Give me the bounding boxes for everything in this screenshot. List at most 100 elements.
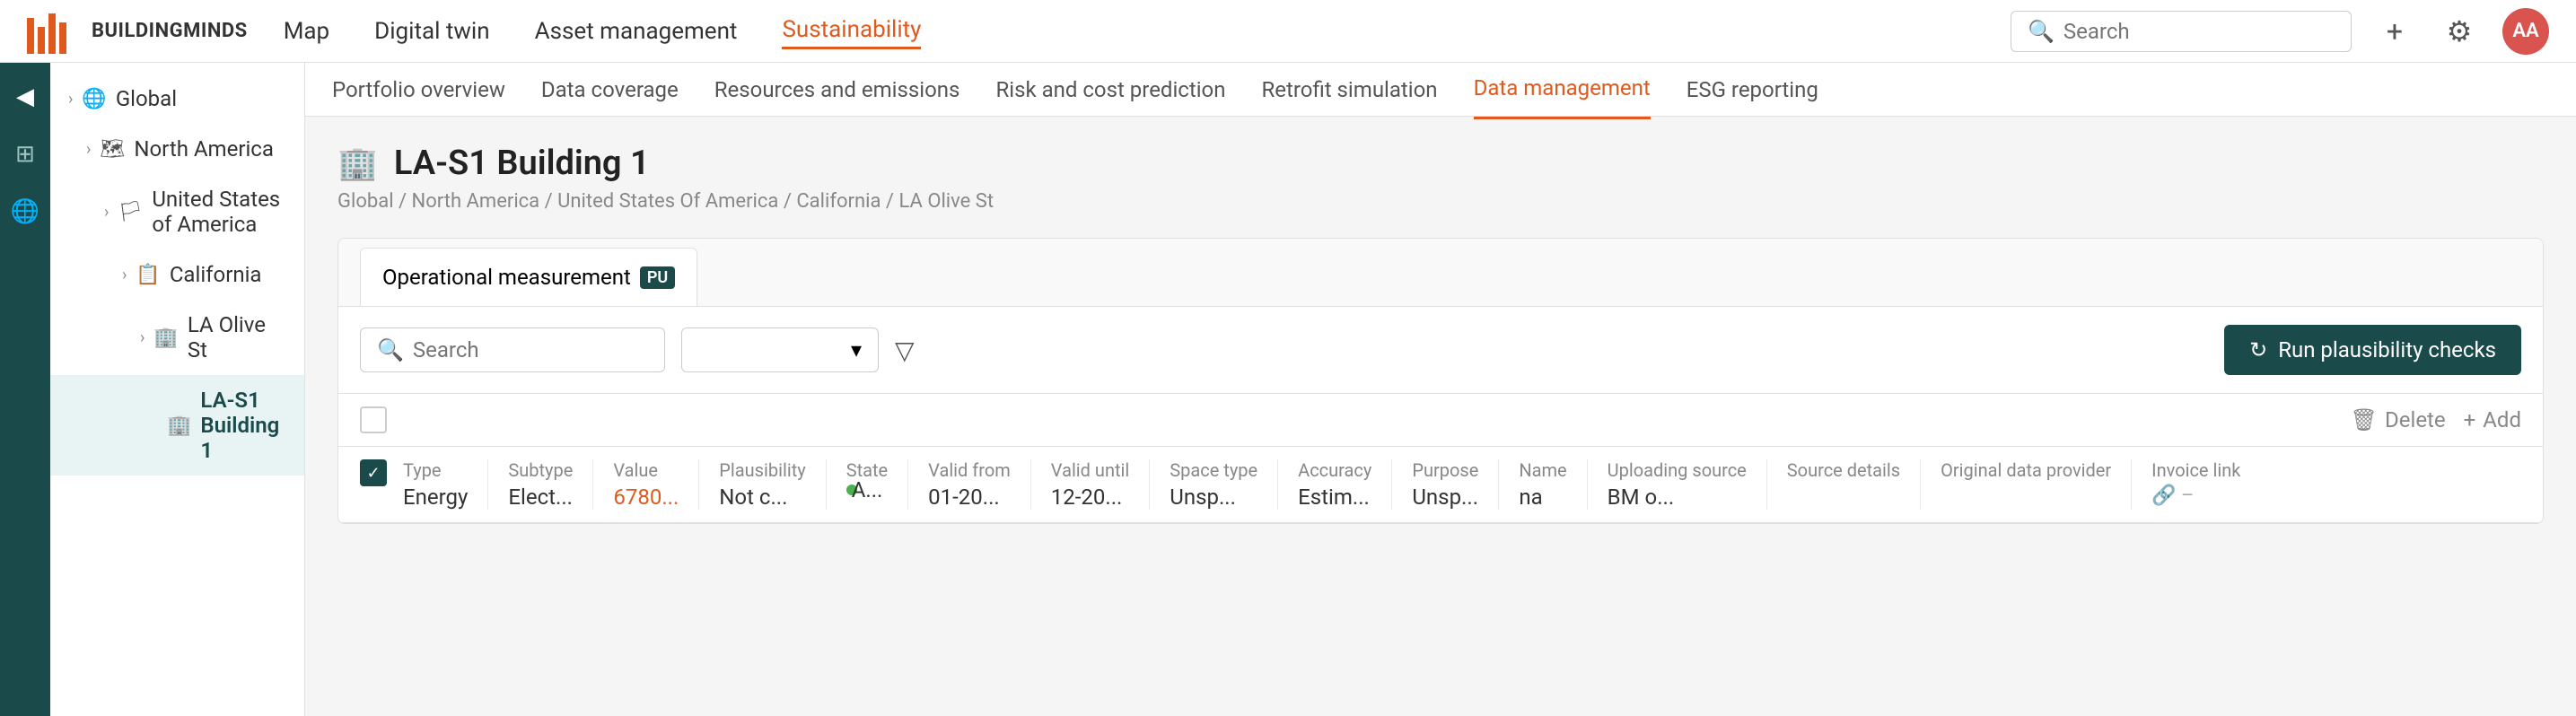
tree-item-north-america[interactable]: › 🗺 North America bbox=[50, 124, 304, 174]
col-valid-until-value: 12-20... bbox=[1051, 485, 1129, 510]
add-button[interactable]: + bbox=[2373, 10, 2416, 53]
region-icon: 📋 bbox=[136, 264, 160, 286]
table-search-input[interactable] bbox=[413, 337, 648, 362]
add-row-button[interactable]: + Add bbox=[2464, 407, 2521, 432]
chevron-icon: › bbox=[104, 203, 109, 222]
brand-name: BUILDINGMINDS bbox=[92, 20, 248, 42]
flag-icon: 🏳 bbox=[118, 201, 143, 223]
nav-sustainability[interactable]: Sustainability bbox=[782, 13, 921, 49]
tab-operational-measurement[interactable]: Operational measurement PU bbox=[360, 248, 697, 306]
select-all-checkbox[interactable] bbox=[360, 406, 387, 433]
table-row: ✓ Type Energy Subtype Elect... Value 678… bbox=[338, 447, 2543, 523]
tree-item-label: North America bbox=[134, 136, 274, 162]
col-uploading-source: Uploading source BM o... bbox=[1591, 459, 1763, 510]
col-value: Value 6780... bbox=[597, 459, 695, 510]
col-original-data-provider: Original data provider bbox=[1924, 459, 2127, 485]
col-plausibility: Plausibility Not c... bbox=[703, 459, 821, 510]
app-body: ◀ ⊞ 🌐 › 🌐 Global › 🗺 North America › 🏳 U… bbox=[0, 63, 2576, 716]
filter-button[interactable]: ▽ bbox=[895, 336, 915, 365]
top-nav-links: Map Digital twin Asset management Sustai… bbox=[284, 13, 1975, 49]
add-label: Add bbox=[2483, 407, 2521, 432]
delete-label: Delete bbox=[2385, 407, 2446, 432]
map-icon: 🗺 bbox=[100, 138, 125, 161]
tree-item-la-olive[interactable]: › 🏢 LA Olive St bbox=[50, 300, 304, 375]
chevron-icon: › bbox=[140, 328, 145, 347]
col-plausibility-value: Not c... bbox=[719, 485, 805, 510]
col-valid-from-value: 01-20... bbox=[928, 485, 1011, 510]
trash-icon: 🗑 bbox=[2351, 407, 2378, 432]
sidebar-icon-collapse[interactable]: ◀ bbox=[5, 77, 45, 117]
tab-data-management[interactable]: Data management bbox=[1474, 63, 1651, 119]
tab-portfolio-overview[interactable]: Portfolio overview bbox=[332, 63, 505, 118]
col-purpose-label: Purpose bbox=[1412, 459, 1478, 481]
col-space-type-label: Space type bbox=[1170, 459, 1257, 481]
settings-button[interactable]: ⚙ bbox=[2438, 10, 2481, 53]
col-uploading-source-value: BM o... bbox=[1608, 485, 1747, 510]
tab-label: Operational measurement bbox=[382, 265, 631, 290]
chevron-icon: › bbox=[86, 140, 91, 159]
tree-item-california[interactable]: › 📋 California bbox=[50, 249, 304, 300]
sub-nav: Portfolio overview Data coverage Resourc… bbox=[305, 63, 2576, 117]
sidebar-icon-hierarchy[interactable]: ⊞ bbox=[5, 135, 45, 174]
tab-risk-cost[interactable]: Risk and cost prediction bbox=[995, 63, 1225, 118]
tree-item-label: United States of America bbox=[152, 187, 286, 237]
sidebar-icons: ◀ ⊞ 🌐 bbox=[0, 63, 50, 716]
col-invoice-link-label: Invoice link bbox=[2151, 459, 2240, 481]
tree-item-label: LA-S1 Building 1 bbox=[200, 388, 286, 463]
search-icon: 🔍 bbox=[2028, 19, 2055, 44]
col-state: State A... bbox=[830, 459, 904, 495]
building-icon: 🏢 bbox=[153, 327, 178, 349]
col-accuracy-label: Accuracy bbox=[1298, 459, 1371, 481]
table-search-bar[interactable]: 🔍 bbox=[360, 327, 665, 372]
global-search-input[interactable] bbox=[2063, 19, 2335, 44]
tab-data-coverage[interactable]: Data coverage bbox=[541, 63, 679, 118]
col-value-label: Value bbox=[613, 459, 679, 481]
delete-button[interactable]: 🗑 Delete bbox=[2351, 407, 2446, 432]
tab-retrofit[interactable]: Retrofit simulation bbox=[1261, 63, 1437, 118]
page-header: 🏢 LA-S1 Building 1 bbox=[337, 144, 2544, 183]
col-valid-until: Valid until 12-20... bbox=[1035, 459, 1145, 510]
search-icon: 🔍 bbox=[377, 337, 404, 362]
tab-resources-emissions[interactable]: Resources and emissions bbox=[714, 63, 960, 118]
tab-esg-reporting[interactable]: ESG reporting bbox=[1687, 63, 1818, 118]
main-content: Portfolio overview Data coverage Resourc… bbox=[305, 63, 2576, 716]
tree-item-building1[interactable]: 🏢 LA-S1 Building 1 bbox=[50, 375, 304, 476]
avatar[interactable]: AA bbox=[2502, 8, 2549, 55]
page-content: 🏢 LA-S1 Building 1 Global / North Americ… bbox=[305, 117, 2576, 551]
card-tabs: Operational measurement PU bbox=[338, 239, 2543, 307]
nav-asset-management[interactable]: Asset management bbox=[535, 14, 738, 48]
main-card: Operational measurement PU 🔍 ▾ ▽ bbox=[337, 238, 2544, 524]
col-invoice-link: Invoice link 🔗 – bbox=[2135, 459, 2256, 507]
run-button-label: Run plausibility checks bbox=[2278, 337, 2496, 362]
col-plausibility-label: Plausibility bbox=[719, 459, 805, 481]
run-plausibility-button[interactable]: ↻ Run plausibility checks bbox=[2224, 325, 2521, 375]
nav-digital-twin[interactable]: Digital twin bbox=[374, 14, 489, 48]
col-invoice-link-value[interactable]: 🔗 – bbox=[2151, 485, 2240, 507]
nav-right: 🔍 + ⚙ AA bbox=[2011, 8, 2549, 55]
col-valid-until-label: Valid until bbox=[1051, 459, 1129, 481]
table-toolbar: 🔍 ▾ ▽ ↻ Run plausibility checks bbox=[338, 307, 2543, 394]
col-name-label: Name bbox=[1519, 459, 1566, 481]
col-type: Type Energy bbox=[387, 459, 484, 510]
col-subtype: Subtype Elect... bbox=[492, 459, 589, 510]
refresh-icon: ↻ bbox=[2249, 337, 2267, 362]
global-search-bar[interactable]: 🔍 bbox=[2011, 11, 2352, 52]
tree-nav: › 🌐 Global › 🗺 North America › 🏳 United … bbox=[50, 63, 305, 716]
col-original-data-provider-label: Original data provider bbox=[1941, 459, 2111, 481]
plus-icon: + bbox=[2464, 407, 2476, 432]
nav-map[interactable]: Map bbox=[284, 14, 329, 48]
col-valid-from: Valid from 01-20... bbox=[912, 459, 1027, 510]
tree-item-usa[interactable]: › 🏳 United States of America bbox=[50, 174, 304, 249]
filter-dropdown[interactable]: ▾ bbox=[681, 327, 879, 372]
sidebar-icon-globe[interactable]: 🌐 bbox=[5, 192, 45, 231]
col-accuracy-value: Estim... bbox=[1298, 485, 1371, 510]
col-space-type: Space type Unsp... bbox=[1153, 459, 1274, 510]
row-checkbox[interactable]: ✓ bbox=[360, 459, 387, 486]
col-space-type-value: Unsp... bbox=[1170, 485, 1257, 510]
building-icon: 🏢 bbox=[167, 415, 191, 437]
pu-badge: PU bbox=[640, 266, 675, 289]
col-name: Name na bbox=[1503, 459, 1582, 510]
logo-icon bbox=[27, 9, 81, 54]
logo-area: BUILDINGMINDS bbox=[27, 9, 248, 54]
tree-item-global[interactable]: › 🌐 Global bbox=[50, 74, 304, 124]
